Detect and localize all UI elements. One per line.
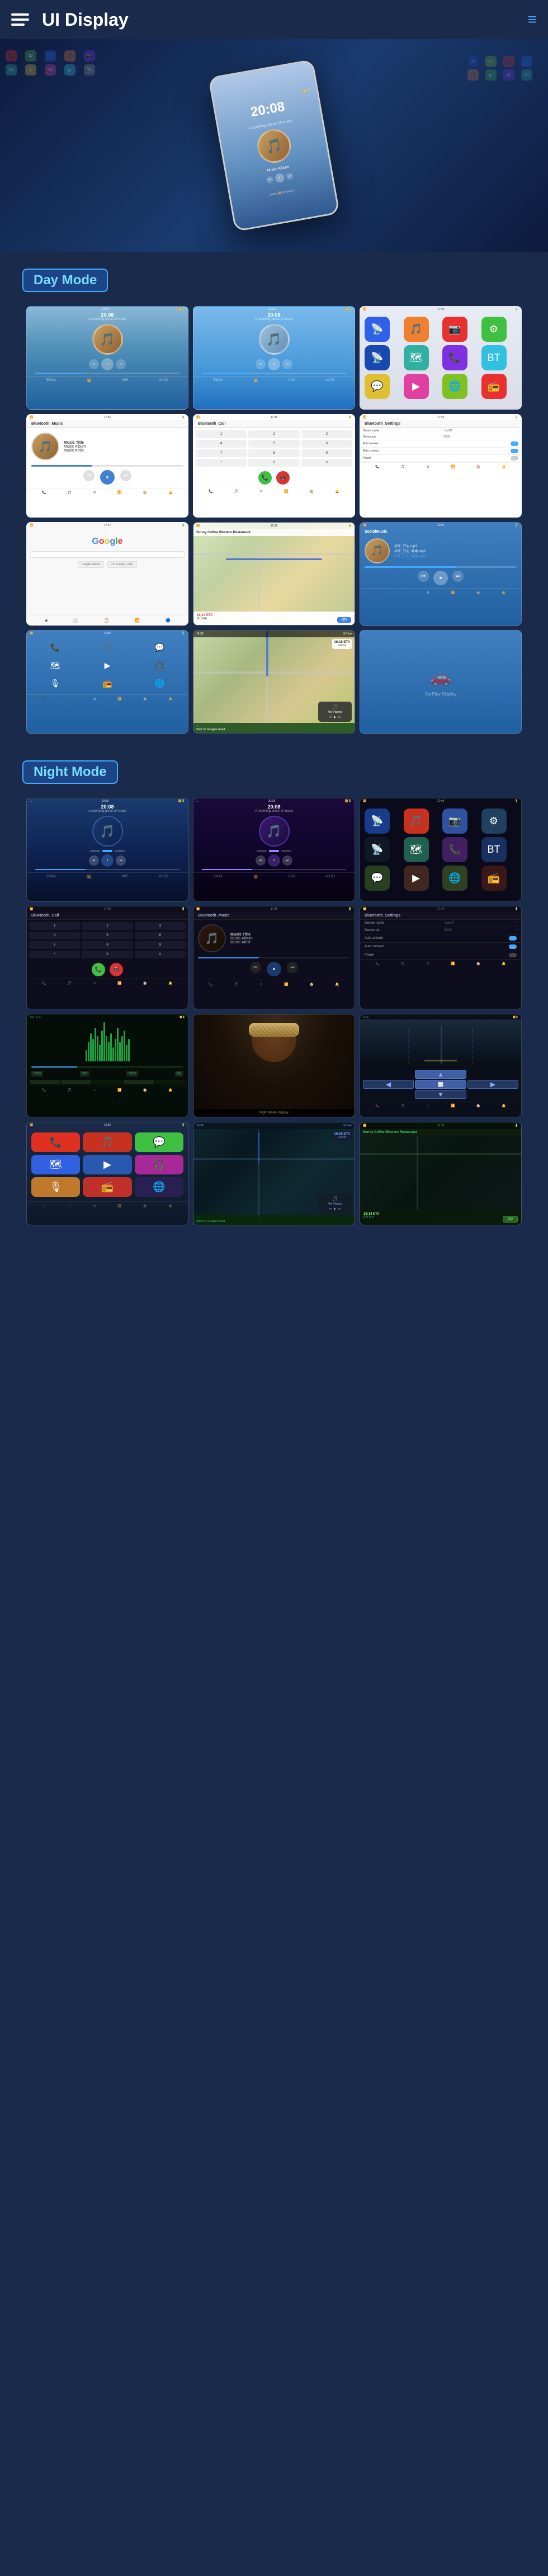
settings-row-connect: Auto connect bbox=[360, 448, 521, 455]
day-mode-section: Day Mode bbox=[0, 252, 548, 306]
hamburger-icon[interactable]: ≡ bbox=[528, 11, 537, 29]
status-bar-n1: ...20:08📶🔋 bbox=[27, 798, 188, 804]
status-bar-carplay: 📶16:55🔋 bbox=[27, 631, 188, 636]
screen-day-music-1: ...20:08📶🔋 20:08 A soothing piece of mus… bbox=[26, 306, 188, 410]
screen-bt-music: 📶17:46🔋 Bluetooth_Music 🎵 Music Title Mu… bbox=[26, 414, 188, 518]
screen-map-day: 📶16:39🔋 Sunny Coffee Western Restaurant … bbox=[193, 522, 355, 626]
status-bar-nc1: 📶16:55🔋 bbox=[27, 1122, 188, 1128]
screen-bt-call: 📶17:46🔋 Bluetooth_Call 123 456 789 *0# 📞… bbox=[193, 414, 355, 518]
night-row-3: 4/54 17:54📶🔋 bbox=[6, 1014, 542, 1117]
settings-row-answer: Auto answer bbox=[360, 440, 521, 448]
screen-placeholder: 🚗 CarPlay Display bbox=[360, 630, 522, 734]
status-bar-google: 📶17:47🔋 bbox=[27, 523, 188, 528]
status-bar-2: ...20:08📶🔋 bbox=[193, 307, 355, 312]
status-bar-nbt2: 📶17:46🔋 bbox=[193, 906, 355, 912]
settings-row-pin: Device pin 0000 › bbox=[360, 434, 521, 440]
night-screenshots: ...20:08📶🔋 20:08 A soothing piece of mus… bbox=[0, 798, 548, 1225]
night-mode-section: Night Mode bbox=[0, 738, 548, 798]
screen-night-carplay: 📶16:55🔋 📞 🎵 💬 🗺 ▶ 🎧 🎙 📻 🌐 📞🎵⚙📶🏠🔔 bbox=[26, 1122, 188, 1225]
status-bar-bt-settings: 📶17:46🔋 bbox=[360, 415, 521, 420]
screen-day-apps: 📶17:46🔋 📡 🎵 📷 ⚙ 📡 🗺 📞 BT 💬 ▶ 🌐 📻 bbox=[360, 306, 522, 410]
google-search-bar[interactable] bbox=[30, 551, 185, 558]
header-left: UI Display bbox=[11, 8, 129, 31]
screen-night-apps: 📶17:46🔋 📡 🎵 📷 ⚙ 📡 🗺 📞 BT 💬 ▶ 🌐 📻 bbox=[360, 798, 522, 901]
screen-google: 📶17:47🔋 Google Google Search I'm Feeling… bbox=[26, 522, 188, 626]
screen-nav-day: 16:399.0 km 16:18 ETA 9.0 km 🎵 Not Playi… bbox=[193, 630, 355, 734]
screen-night-coffee-nav: 📶16:39🔋 Sunny Coffee Western Restaurant … bbox=[360, 1122, 522, 1225]
status-bar-nw1: 4/54 17:54📶🔋 bbox=[27, 1014, 188, 1019]
status-bar-bt-call: 📶17:46🔋 bbox=[193, 415, 355, 420]
screen-not-playing: 📶16:55🔋 SocialMusic 🎵 华东_开心.mp3 华东_开心_副本… bbox=[360, 522, 522, 626]
status-bar-bt-music: 📶17:46🔋 bbox=[27, 415, 188, 420]
screen-night-nav: 16:399.0 km 16:18 ETA 9.0 km 🎵 Not Playi… bbox=[193, 1122, 355, 1225]
footer-spacer bbox=[0, 1230, 548, 1247]
google-logo: Google bbox=[27, 528, 188, 551]
screen-carplay-apps: 📶16:55🔋 📞 🎵 💬 🗺 ▶ 🎧 🎙 📻 🌐 📞🎵⚙📶🏠🔔 bbox=[26, 630, 188, 734]
page-title: UI Display bbox=[42, 10, 129, 30]
screen-bt-settings: 📶17:46🔋 Bluetooth_Settings Device name C… bbox=[360, 414, 522, 518]
settings-row-power: Power bbox=[360, 455, 521, 462]
night-row-4: 📶16:55🔋 📞 🎵 💬 🗺 ▶ 🎧 🎙 📻 🌐 📞🎵⚙📶🏠🔔 bbox=[6, 1122, 542, 1225]
day-screenshots: ...20:08📶🔋 20:08 A soothing piece of mus… bbox=[0, 306, 548, 734]
screen-night-bt-settings: 📶17:46🔋 Bluetooth_Settings Device nameCa… bbox=[360, 906, 522, 1009]
status-bar-3: 📶17:46🔋 bbox=[360, 307, 521, 312]
menu-icon[interactable] bbox=[11, 8, 34, 31]
day-row-1: ...20:08📶🔋 20:08 A soothing piece of mus… bbox=[6, 306, 542, 410]
screen-night-music-1: ...20:08📶🔋 20:08 A soothing piece of mus… bbox=[26, 798, 188, 901]
screen-day-music-2: ...20:08📶🔋 20:08 A soothing piece of mus… bbox=[193, 306, 355, 410]
status-bar-nroad: 16:55📶🔋 bbox=[360, 1014, 521, 1019]
day-row-4: 📶16:55🔋 📞 🎵 💬 🗺 ▶ 🎧 🎙 📻 🌐 📞🎵⚙📶🏠🔔 bbox=[6, 630, 542, 734]
night-mode-badge: Night Mode bbox=[22, 760, 118, 784]
day-mode-badge: Day Mode bbox=[22, 269, 108, 292]
status-bar-n3: 📶17:46🔋 bbox=[360, 798, 521, 804]
night-row-2: 📶17:46🔋 Bluetooth_Call 1 2 3 4 5 6 7 8 9… bbox=[6, 906, 542, 1009]
screen-night-music-2: ...20:08📶🔋 20:08 A soothing piece of mus… bbox=[193, 798, 355, 901]
screen-night-road: 16:55📶🔋 ▲ ◀ ⬜ ▶ ▼ bbox=[360, 1014, 522, 1117]
night-row-1: ...20:08📶🔋 20:08 A soothing piece of mus… bbox=[6, 798, 542, 901]
day-row-2: 📶17:46🔋 Bluetooth_Music 🎵 Music Title Mu… bbox=[6, 414, 542, 518]
status-bar-notplaying: 📶16:55🔋 bbox=[360, 523, 521, 528]
status-bar-nbt3: 📶17:46🔋 bbox=[360, 906, 521, 912]
settings-row-name: Device name CarBT › bbox=[360, 428, 521, 434]
hero-section: 📞 💬 🌐 🎵 📷 🗺 ⚙ ✉ ▶ 📡 N W 📞 🌐 🎵 ▶ ⚙ 🗺 ...📶… bbox=[0, 39, 548, 252]
hero-phone: ...📶 🔋 20:08 A soothing piece of music 🎵… bbox=[208, 59, 340, 232]
day-row-3: 📶17:47🔋 Google Google Search I'm Feeling… bbox=[6, 522, 542, 626]
screen-night-bt-music: 📶17:46🔋 Bluetooth_Music 🎵 Music Title Mu… bbox=[193, 906, 355, 1009]
screen-night-food: Night Mode Display bbox=[193, 1014, 355, 1117]
header: UI Display ≡ bbox=[0, 0, 548, 39]
screen-night-bt-call: 📶17:46🔋 Bluetooth_Call 1 2 3 4 5 6 7 8 9… bbox=[26, 906, 188, 1009]
status-bar-nbt1: 📶17:46🔋 bbox=[27, 906, 188, 912]
status-bar-n2: ...20:08📶🔋 bbox=[193, 798, 355, 804]
screen-night-waveform: 4/54 17:54📶🔋 bbox=[26, 1014, 188, 1117]
status-bar-1: ...20:08📶🔋 bbox=[27, 307, 188, 312]
